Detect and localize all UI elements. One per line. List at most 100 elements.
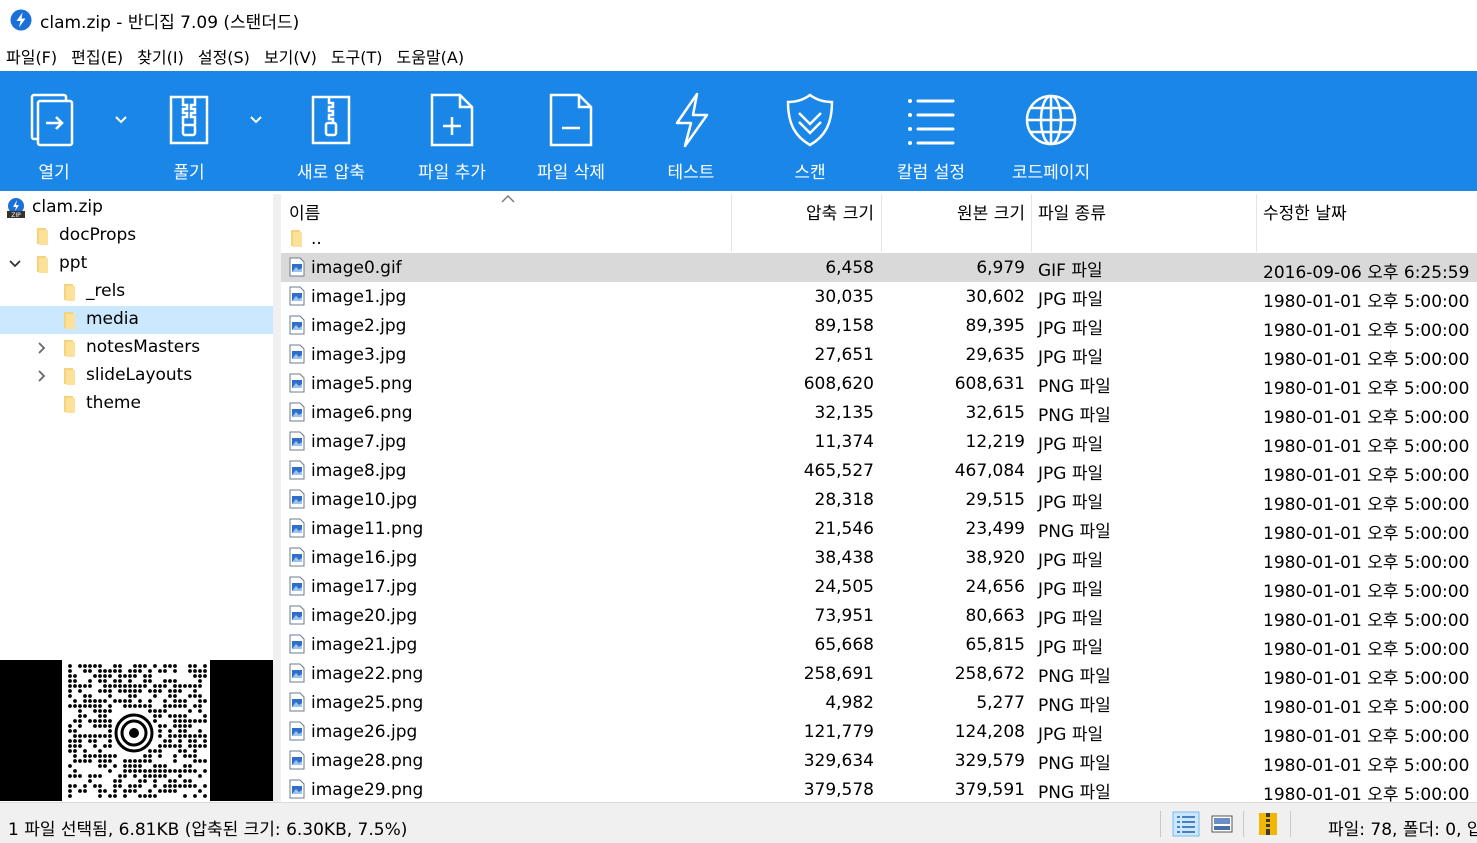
menu-help[interactable]: 도움말(A) [397, 44, 465, 68]
file-row[interactable]: image2.jpg 89,158 89,395 JPG 파일 1980-01-01 오… [281, 311, 1477, 341]
file-row[interactable]: image0.gif 6,458 6,979 GIF 파일 2016-09-06 오후 … [281, 253, 1477, 283]
preview-dot [88, 759, 92, 763]
preview-dot [148, 699, 152, 703]
add-file-button[interactable]: 파일 추가 [404, 71, 500, 191]
preview-dot [203, 759, 207, 763]
preview-dot [178, 684, 182, 688]
file-row[interactable]: image3.jpg 27,651 29,635 JPG 파일 1980-01-01 오… [281, 340, 1477, 370]
preview-dot [128, 769, 132, 773]
preview-dot [73, 769, 77, 773]
preview-dot [83, 704, 87, 708]
preview-dot [108, 739, 112, 743]
preview-dot [158, 714, 162, 718]
tree-item-ppt[interactable]: ppt [0, 250, 273, 278]
test-button[interactable]: 테스트 [645, 71, 737, 191]
preview-dot [78, 789, 82, 793]
preview-dot [108, 734, 112, 738]
file-row[interactable]: image25.png 4,982 5,277 PNG 파일 1980-01-01 오후… [281, 688, 1477, 718]
file-row[interactable]: image26.jpg 121,779 124,208 JPG 파일 1980-01-0… [281, 717, 1477, 747]
file-row[interactable]: image28.png 329,634 329,579 PNG 파일 1980-01-0… [281, 746, 1477, 776]
file-row[interactable]: image5.png 608,620 608,631 PNG 파일 1980-01-01… [281, 369, 1477, 399]
codepage-button[interactable]: 코드페이지 [1000, 71, 1102, 191]
chevron-right-icon[interactable] [35, 341, 49, 355]
preview-dot [138, 704, 142, 708]
tree-item-notesmasters[interactable]: notesMasters [0, 334, 273, 362]
file-type: PNG 파일 [1038, 522, 1111, 542]
file-row[interactable]: image7.jpg 11,374 12,219 JPG 파일 1980-01-01 오… [281, 427, 1477, 457]
menu-find[interactable]: 찾기(I) [137, 44, 184, 68]
extract-button[interactable]: 풀기 [143, 71, 235, 191]
preview-dot [68, 774, 72, 778]
archive-info-icon[interactable] [1254, 811, 1282, 837]
new-archive-button[interactable]: 새로 압축 [283, 71, 379, 191]
tree-item-rels[interactable]: _rels [0, 278, 273, 306]
file-row[interactable]: image11.png 21,546 23,499 PNG 파일 1980-01-01 … [281, 514, 1477, 544]
file-row[interactable]: image17.jpg 24,505 24,656 JPG 파일 1980-01-01 … [281, 572, 1477, 602]
column-settings-button[interactable]: 칼럼 설정 [881, 71, 981, 191]
file-row[interactable]: image20.jpg 73,951 80,663 JPG 파일 1980-01-01 … [281, 601, 1477, 631]
preview-dot [98, 794, 102, 798]
original-size: 258,672 [954, 664, 1025, 684]
file-name: image20.jpg [311, 606, 418, 626]
preview-dot [98, 784, 102, 788]
tree-root-clam-zip[interactable]: ZIP clam.zip [0, 194, 273, 222]
details-view-icon[interactable] [1172, 811, 1200, 837]
pane-splitter[interactable] [273, 194, 281, 802]
preview-dot [153, 774, 157, 778]
file-list: 이름 압축 크기 원본 크기 파일 종류 수정한 날짜 .. image0.gi… [281, 194, 1477, 802]
chevron-down-icon[interactable] [8, 257, 22, 271]
parent-directory-row[interactable]: .. [281, 224, 1477, 253]
preview-dot [173, 704, 177, 708]
preview-dot [83, 664, 87, 668]
file-row[interactable]: image6.png 32,135 32,615 PNG 파일 1980-01-01 오… [281, 398, 1477, 428]
chevron-right-icon[interactable] [35, 369, 49, 383]
menu-file[interactable]: 파일(F) [6, 44, 57, 68]
tree-item-media[interactable]: media [0, 306, 273, 334]
preview-dot [103, 669, 107, 673]
preview-dot [133, 764, 137, 768]
open-dropdown-chevron-icon[interactable] [113, 112, 129, 128]
preview-dot [128, 759, 132, 763]
preview-dot [148, 794, 152, 798]
compressed-size: 608,620 [803, 374, 874, 394]
preview-dot [133, 684, 137, 688]
menu-bar: 파일(F) 편집(E) 찾기(I) 설정(S) 보기(V) 도구(T) 도움말(… [0, 42, 478, 70]
tree-item-docprops[interactable]: docProps [0, 222, 273, 250]
preview-view-icon[interactable] [1208, 811, 1236, 837]
preview-dot [188, 784, 192, 788]
selection-status: 1 파일 선택됨, 6.81KB (압축된 크기: 6.30KB, 7.5%) [8, 820, 408, 840]
file-row[interactable]: image16.jpg 38,438 38,920 JPG 파일 1980-01-01 … [281, 543, 1477, 573]
file-row[interactable]: image29.png 379,578 379,591 PNG 파일 1980-01-0… [281, 775, 1477, 802]
file-row[interactable]: image1.jpg 30,035 30,602 JPG 파일 1980-01-01 오… [281, 282, 1477, 312]
preview-dot [198, 789, 202, 793]
scan-button[interactable]: 스캔 [764, 71, 856, 191]
file-row[interactable]: image10.jpg 28,318 29,515 JPG 파일 1980-01-01 … [281, 485, 1477, 515]
delete-file-button[interactable]: 파일 삭제 [523, 71, 619, 191]
menu-tools[interactable]: 도구(T) [331, 44, 383, 68]
open-button[interactable]: 열기 [8, 71, 100, 191]
preview-dot [178, 744, 182, 748]
menu-settings[interactable]: 설정(S) [198, 44, 250, 68]
file-row[interactable]: image21.jpg 65,668 65,815 JPG 파일 1980-01-01 … [281, 630, 1477, 660]
preview-dot [113, 684, 117, 688]
preview-dot [188, 744, 192, 748]
preview-dot [93, 699, 97, 703]
tree-item-label: ppt [59, 253, 88, 273]
preview-dot [83, 749, 87, 753]
file-type: JPG 파일 [1038, 638, 1104, 658]
preview-dot [178, 699, 182, 703]
extract-dropdown-chevron-icon[interactable] [248, 112, 264, 128]
modified-date: 1980-01-01 오후 5:00:00 [1263, 756, 1470, 776]
image-file-icon [289, 779, 305, 799]
file-row[interactable]: image22.png 258,691 258,672 PNG 파일 1980-01-0… [281, 659, 1477, 689]
preview-dot [128, 669, 132, 673]
menu-view[interactable]: 보기(V) [264, 44, 317, 68]
tree-item-theme[interactable]: theme [0, 390, 273, 418]
tree-item-slidelayouts[interactable]: slideLayouts [0, 362, 273, 390]
preview-dot [138, 699, 142, 703]
file-row[interactable]: image8.jpg 465,527 467,084 JPG 파일 1980-01-01… [281, 456, 1477, 486]
test-label: 테스트 [667, 163, 715, 183]
menu-edit[interactable]: 편집(E) [71, 44, 123, 68]
preview-dot [118, 684, 122, 688]
preview-dot [128, 674, 132, 678]
